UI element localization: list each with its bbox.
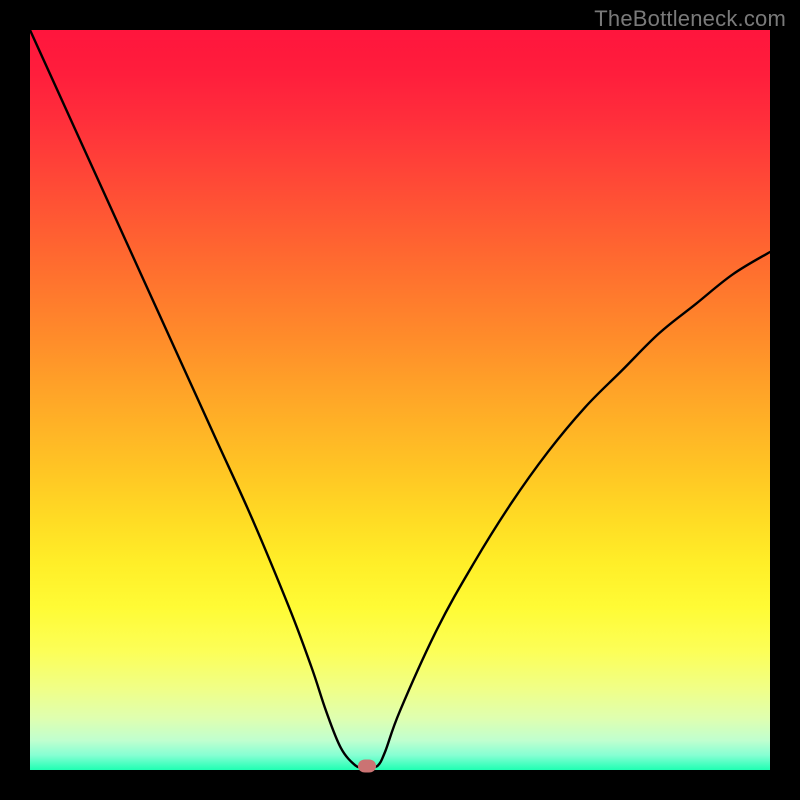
curve-path — [30, 30, 770, 767]
chart-frame: TheBottleneck.com — [0, 0, 800, 800]
bottleneck-curve — [30, 30, 770, 770]
plot-area — [30, 30, 770, 770]
optimum-marker — [358, 759, 376, 772]
watermark-text: TheBottleneck.com — [594, 6, 786, 32]
